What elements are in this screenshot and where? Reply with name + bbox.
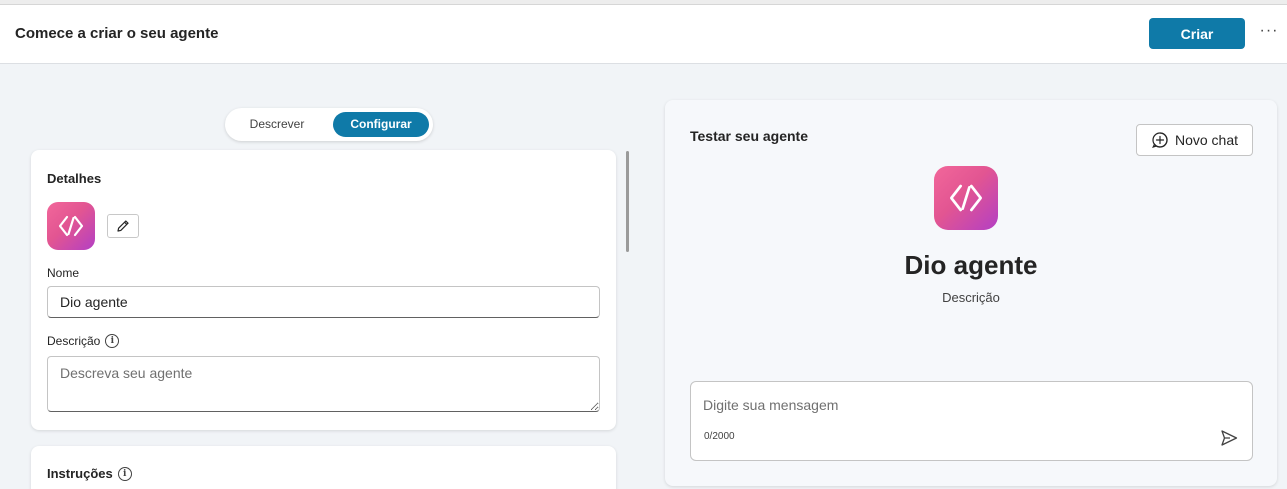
page-header: Comece a criar o seu agente Criar ··· <box>0 5 1287 64</box>
description-input[interactable] <box>47 356 600 412</box>
chat-composer: 0/2000 <box>690 381 1253 461</box>
test-agent-panel: Testar seu agente Novo chat Dio agente D… <box>665 100 1277 486</box>
agent-name-heading: Dio agente <box>904 250 1038 280</box>
info-icon[interactable]: i <box>117 466 132 481</box>
more-options-button[interactable]: ··· <box>1258 21 1280 45</box>
code-brackets-icon <box>950 184 982 212</box>
details-title: Detalhes <box>47 171 102 186</box>
scrollbar-thumb[interactable] <box>626 151 629 252</box>
send-icon <box>1221 430 1238 446</box>
name-input[interactable] <box>47 286 600 318</box>
tab-configurar[interactable]: Configurar <box>333 112 429 137</box>
pencil-icon <box>117 220 129 232</box>
page-title: Comece a criar o seu agente <box>15 25 219 42</box>
details-card: Detalhes Nome Descrição i <box>31 150 616 430</box>
code-brackets-icon <box>58 215 84 237</box>
tab-descrever[interactable]: Descrever <box>229 112 325 137</box>
instructions-label: Instruções i <box>47 466 132 481</box>
message-input[interactable] <box>703 394 1203 416</box>
agent-avatar <box>47 202 95 250</box>
description-label: Descrição i <box>47 334 120 348</box>
test-panel-title: Testar seu agente <box>690 128 809 144</box>
agent-description-text: Descrição <box>942 290 1000 305</box>
agent-avatar-large <box>934 166 998 230</box>
new-chat-button[interactable]: Novo chat <box>1136 124 1253 156</box>
send-button[interactable] <box>1217 426 1241 450</box>
mode-toggle: Descrever Configurar <box>225 108 433 141</box>
create-button[interactable]: Criar <box>1149 18 1245 49</box>
info-icon[interactable]: i <box>105 334 120 348</box>
instructions-card: Instruções i <box>31 446 616 489</box>
char-counter: 0/2000 <box>704 431 735 442</box>
edit-icon-button[interactable] <box>107 214 139 238</box>
name-label: Nome <box>47 266 80 280</box>
chat-add-icon <box>1152 132 1168 149</box>
